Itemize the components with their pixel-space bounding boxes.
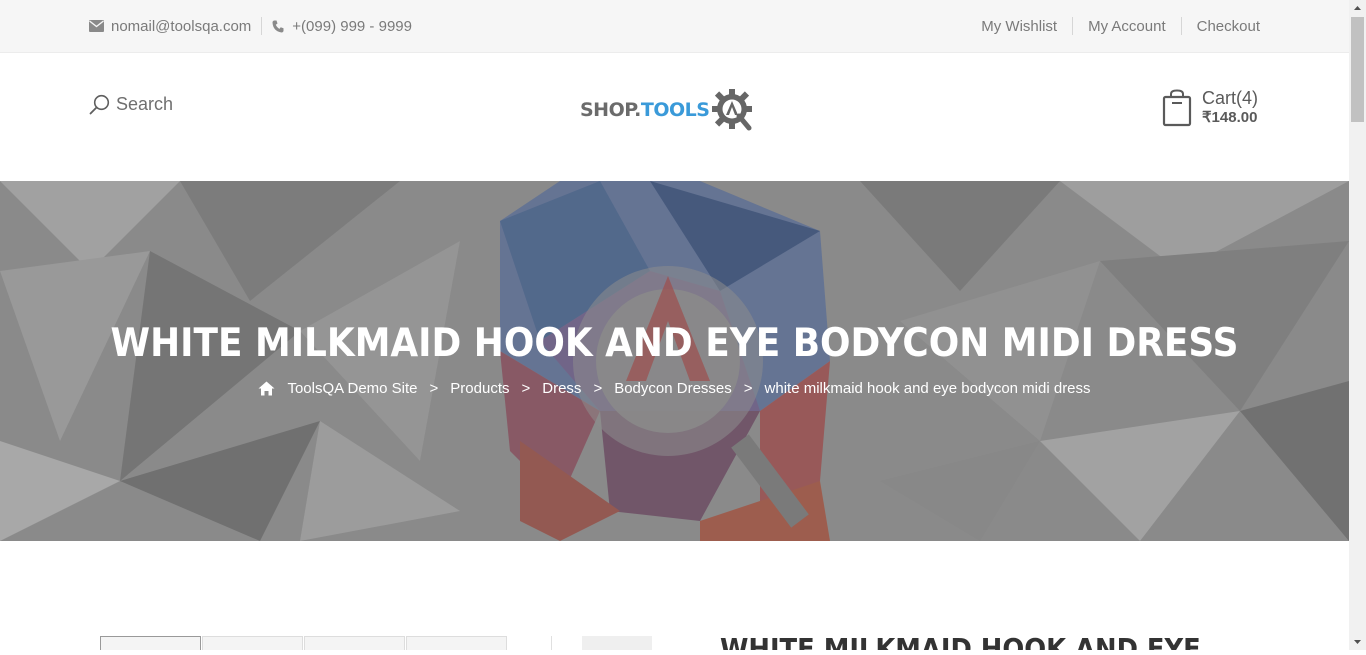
- phone-text: +(099) 999 - 9999: [292, 17, 412, 35]
- breadcrumb-dress-link[interactable]: Dress: [542, 380, 581, 397]
- page-title: WHITE MILKMAID HOOK AND EYE BODYCON MIDI…: [110, 321, 1239, 366]
- cart-summary: Cart(4) ₹148.00: [1202, 88, 1258, 128]
- product-title: WHITE MILKMAID HOOK AND EYE: [720, 632, 1201, 650]
- breadcrumb-bodycon-link[interactable]: Bodycon Dresses: [614, 380, 732, 397]
- cart-total: ₹148.00: [1202, 109, 1258, 126]
- product-gallery-thumbnails: [100, 636, 508, 650]
- email-text: nomail@toolsqa.com: [111, 17, 252, 35]
- search-icon: [89, 94, 110, 115]
- divider: [551, 636, 552, 650]
- phone-icon: [272, 20, 284, 33]
- top-bar: nomail@toolsqa.com +(099) 999 - 9999 My …: [0, 0, 1349, 53]
- checkout-link[interactable]: Checkout: [1182, 18, 1260, 35]
- product-main-image[interactable]: [582, 636, 652, 650]
- email-link[interactable]: nomail@toolsqa.com: [89, 18, 251, 35]
- gear-logo-icon: [711, 87, 757, 133]
- product-thumbnail[interactable]: [406, 636, 507, 650]
- breadcrumb-current: white milkmaid hook and eye bodycon midi…: [764, 380, 1091, 397]
- product-thumbnail[interactable]: [202, 636, 303, 650]
- logo-shop-text: SHOP.: [580, 99, 641, 121]
- scroll-down-arrow-icon[interactable]: [1349, 633, 1366, 650]
- breadcrumb-products-link[interactable]: Products: [450, 380, 509, 397]
- scroll-up-arrow-icon[interactable]: [1349, 0, 1366, 17]
- envelope-icon: [89, 20, 104, 32]
- scrollbar-thumb[interactable]: [1351, 17, 1364, 122]
- breadcrumb: ToolsQA Demo Site > Products > Dress > B…: [0, 380, 1349, 397]
- breadcrumb-separator: >: [521, 380, 531, 397]
- divider: [261, 17, 263, 35]
- page-banner: WHITE MILKMAID HOOK AND EYE BODYCON MIDI…: [0, 181, 1349, 541]
- shopping-bag-icon: [1162, 89, 1192, 127]
- phone-link[interactable]: +(099) 999 - 9999: [272, 18, 412, 35]
- breadcrumb-separator: >: [743, 380, 753, 397]
- search-toggle[interactable]: Search: [89, 94, 173, 115]
- my-account-link[interactable]: My Account: [1073, 18, 1181, 35]
- product-thumbnail[interactable]: [304, 636, 405, 650]
- breadcrumb-separator: >: [429, 380, 439, 397]
- page-scrollbar[interactable]: [1349, 0, 1366, 650]
- site-header: Search SHOP. TOOLS Cart(4) ₹148.00: [0, 53, 1349, 177]
- my-wishlist-link[interactable]: My Wishlist: [966, 18, 1072, 35]
- page: nomail@toolsqa.com +(099) 999 - 9999 My …: [0, 0, 1349, 650]
- cart-count: Cart(4): [1202, 88, 1259, 108]
- search-label: Search: [116, 94, 174, 114]
- breadcrumb-home-link[interactable]: ToolsQA Demo Site: [287, 380, 417, 397]
- logo-tools-text: TOOLS: [640, 99, 710, 121]
- cart-button[interactable]: Cart(4) ₹148.00: [1162, 88, 1258, 128]
- site-logo[interactable]: SHOP. TOOLS: [580, 87, 757, 133]
- product-thumbnail[interactable]: [100, 636, 201, 650]
- contact-info: nomail@toolsqa.com +(099) 999 - 9999: [89, 0, 412, 52]
- account-links: My Wishlist My Account Checkout: [966, 0, 1260, 52]
- breadcrumb-separator: >: [593, 380, 603, 397]
- home-icon[interactable]: [258, 381, 275, 396]
